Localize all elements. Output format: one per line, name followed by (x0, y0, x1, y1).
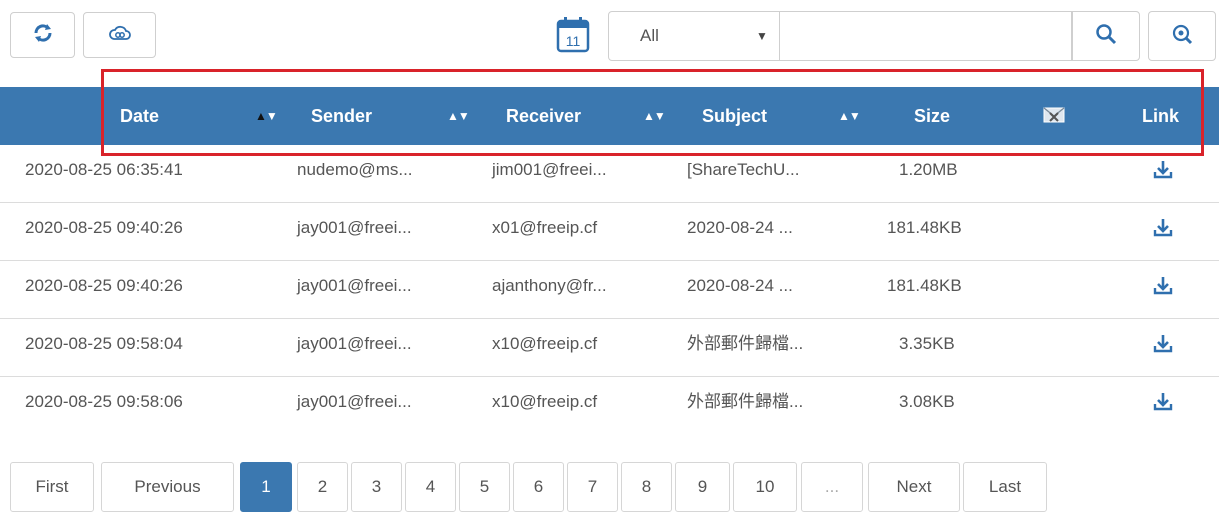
search-button[interactable] (1072, 11, 1140, 61)
cell-subject: [ShareTechU... (687, 160, 800, 179)
cell-receiver: x01@freeip.cf (492, 218, 598, 237)
download-icon[interactable] (1153, 391, 1173, 413)
cell-receiver: x10@freeip.cf (492, 334, 598, 353)
pagination-ellipsis: ... (801, 462, 863, 512)
calendar-icon: 11 (556, 17, 590, 53)
pagination-page-2[interactable]: 2 (297, 462, 348, 512)
search-icon (1095, 23, 1117, 50)
pagination-page-5[interactable]: 5 (459, 462, 510, 512)
refresh-button[interactable] (10, 12, 75, 58)
table-row: 2020-08-25 09:58:06 jay001@freei... x10@… (0, 377, 1219, 435)
advanced-search-icon (1171, 23, 1193, 50)
download-icon[interactable] (1153, 159, 1173, 181)
pagination-page-7[interactable]: 7 (567, 462, 618, 512)
cell-date: 2020-08-25 09:58:06 (25, 392, 183, 411)
cell-receiver: x10@freeip.cf (492, 392, 598, 411)
pagination-page-9[interactable]: 9 (675, 462, 730, 512)
table-row: 2020-08-25 09:40:26 jay001@freei... ajan… (0, 261, 1219, 319)
pagination-last[interactable]: Last (963, 462, 1047, 512)
cell-sender: jay001@freei... (297, 218, 412, 237)
cell-sender: jay001@freei... (297, 276, 412, 295)
table-row: 2020-08-25 09:40:26 jay001@freei... x01@… (0, 203, 1219, 261)
cell-size: 181.48KB (887, 218, 962, 237)
filter-select[interactable]: All ▼ (608, 11, 780, 61)
cell-size: 3.35KB (899, 334, 955, 353)
pagination-first[interactable]: First (10, 462, 94, 512)
table-row: 2020-08-25 09:58:04 jay001@freei... x10@… (0, 319, 1219, 377)
download-icon[interactable] (1153, 275, 1173, 297)
cell-date: 2020-08-25 09:40:26 (25, 276, 183, 295)
cell-subject: 外部郵件歸檔... (687, 392, 804, 411)
cell-size: 3.08KB (899, 392, 955, 411)
pagination-page-8[interactable]: 8 (621, 462, 672, 512)
chevron-down-icon: ▼ (756, 29, 768, 43)
calendar-button[interactable]: 11 (555, 16, 593, 56)
pagination-page-6[interactable]: 6 (513, 462, 564, 512)
cell-receiver: jim001@freei... (492, 160, 607, 179)
cell-size: 181.48KB (887, 276, 962, 295)
cell-sender: jay001@freei... (297, 392, 412, 411)
cell-sender: nudemo@ms... (297, 160, 413, 179)
download-icon[interactable] (1153, 217, 1173, 239)
cell-subject: 外部郵件歸檔... (687, 334, 804, 353)
cell-date: 2020-08-25 09:40:26 (25, 218, 183, 237)
cloud-link-button[interactable] (83, 12, 156, 58)
cell-date: 2020-08-25 09:58:04 (25, 334, 183, 353)
table-row: 2020-08-25 06:35:41 nudemo@ms... jim001@… (0, 145, 1219, 203)
cell-sender: jay001@freei... (297, 334, 412, 353)
cell-subject: 2020-08-24 ... (687, 276, 793, 295)
refresh-icon (32, 22, 54, 49)
pagination-page-1[interactable]: 1 (240, 462, 292, 512)
cell-subject: 2020-08-24 ... (687, 218, 793, 237)
cloud-link-icon (107, 22, 133, 49)
highlight-box (101, 69, 1204, 156)
cell-receiver: ajanthony@fr... (492, 276, 607, 295)
download-icon[interactable] (1153, 333, 1173, 355)
filter-select-value: All (640, 26, 659, 45)
pagination-next[interactable]: Next (868, 462, 960, 512)
calendar-day: 11 (566, 33, 581, 49)
pagination-page-4[interactable]: 4 (405, 462, 456, 512)
pagination-previous[interactable]: Previous (101, 462, 234, 512)
cell-date: 2020-08-25 06:35:41 (25, 160, 183, 179)
pagination-page-10[interactable]: 10 (733, 462, 797, 512)
cell-size: 1.20MB (899, 160, 958, 179)
search-input[interactable] (780, 11, 1072, 61)
pagination-page-3[interactable]: 3 (351, 462, 402, 512)
advanced-search-button[interactable] (1148, 11, 1216, 61)
